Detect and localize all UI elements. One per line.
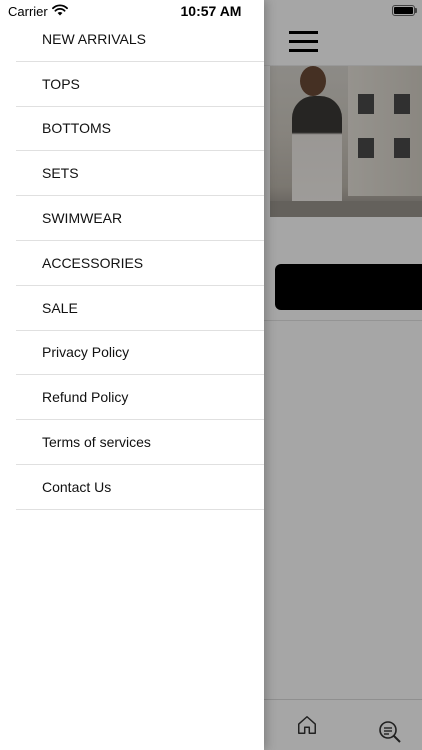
status-time: 10:57 AM: [180, 3, 242, 19]
menu-item-terms-of-services[interactable]: Terms of services: [16, 420, 264, 465]
menu-item-label: Terms of services: [42, 434, 151, 451]
dim-overlay[interactable]: [264, 0, 422, 750]
menu-item-label: Privacy Policy: [42, 344, 130, 361]
menu-item-contact-us[interactable]: Contact Us: [16, 465, 264, 510]
menu-item-label: Contact Us: [42, 478, 112, 495]
menu-item-label: SWIMWEAR: [42, 210, 123, 227]
side-menu-list: NEW ARRIVALS TOPS BOTTOMS SETS SWIMWEAR …: [16, 17, 264, 510]
menu-item-label: BOTTOMS: [42, 120, 111, 137]
menu-item-sale[interactable]: SALE: [16, 286, 264, 331]
side-menu-drawer: NEW ARRIVALS TOPS BOTTOMS SETS SWIMWEAR …: [0, 0, 264, 750]
menu-item-label: SALE: [42, 299, 78, 316]
status-bar: Carrier 10:57 AM: [0, 0, 422, 22]
menu-item-label: Refund Policy: [42, 389, 129, 406]
menu-item-label: NEW ARRIVALS: [42, 30, 146, 47]
battery-cap: [415, 8, 417, 13]
menu-item-sets[interactable]: SETS: [16, 151, 264, 197]
menu-item-tops[interactable]: TOPS: [16, 62, 264, 107]
menu-item-privacy-policy[interactable]: Privacy Policy: [16, 331, 264, 376]
menu-item-refund-policy[interactable]: Refund Policy: [16, 375, 264, 421]
menu-item-swimwear[interactable]: SWIMWEAR: [16, 196, 264, 241]
menu-item-new-arrivals[interactable]: NEW ARRIVALS: [16, 17, 264, 62]
menu-item-accessories[interactable]: ACCESSORIES: [16, 241, 264, 286]
battery-icon: [392, 5, 415, 16]
menu-item-label: ACCESSORIES: [42, 254, 144, 271]
menu-item-label: TOPS: [42, 75, 80, 92]
menu-item-bottoms[interactable]: BOTTOMS: [16, 107, 264, 152]
menu-item-label: SETS: [42, 165, 79, 182]
